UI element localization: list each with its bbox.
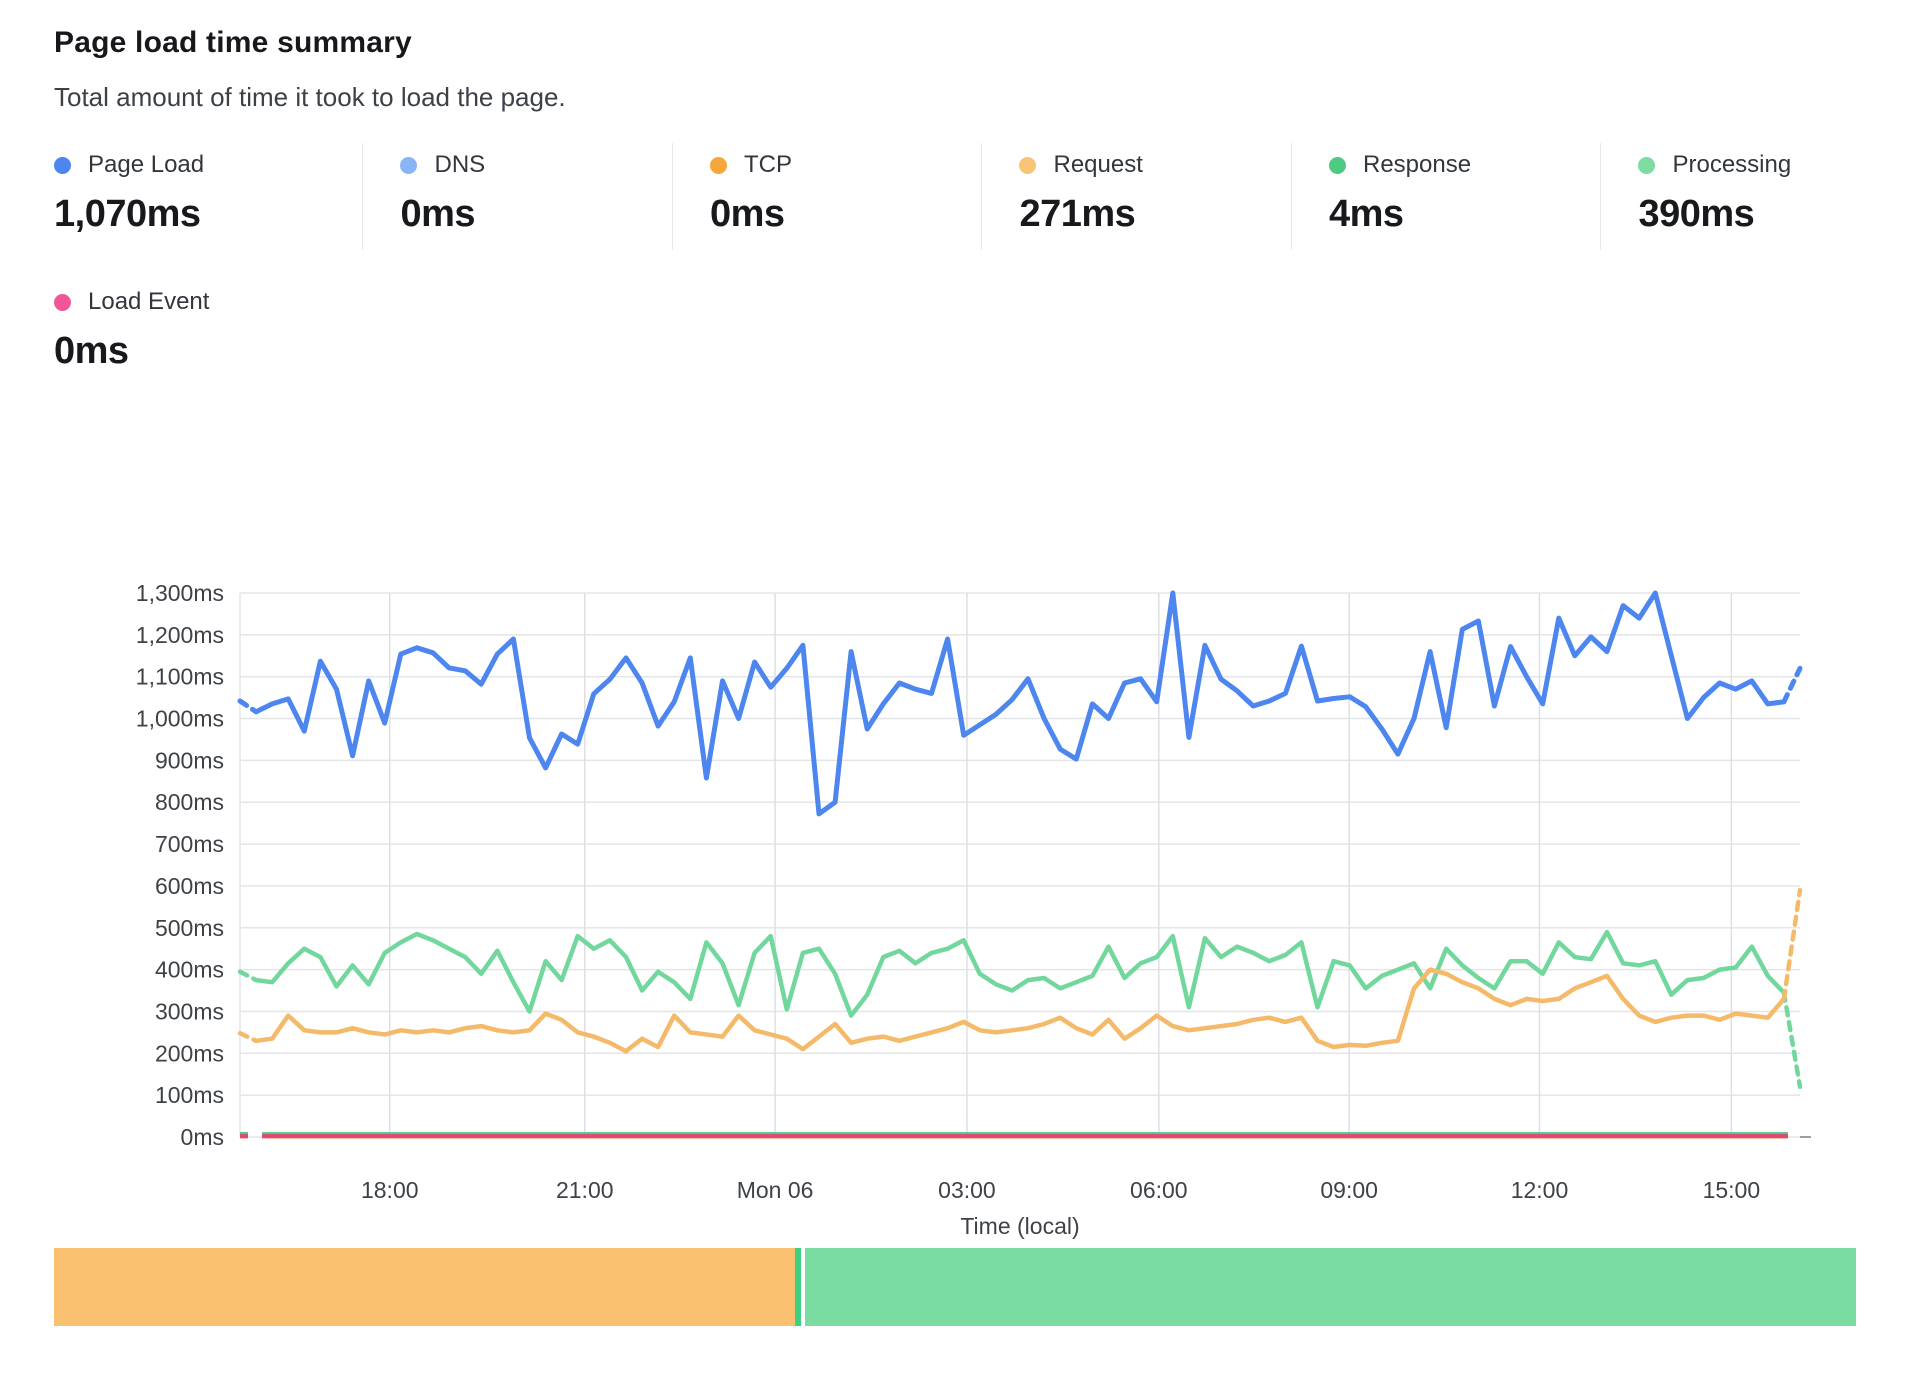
series-page-load — [1784, 668, 1800, 702]
legend-dot-icon — [1329, 157, 1346, 174]
legend-dot-icon — [1638, 157, 1655, 174]
y-tick-label: 1,300ms — [136, 580, 224, 606]
y-tick-label: 500ms — [155, 915, 224, 941]
metric-label: Page Load — [88, 151, 204, 179]
series-page-load — [256, 593, 1784, 814]
x-tick-label: 03:00 — [938, 1177, 996, 1203]
range-bar-segment-3[interactable] — [805, 1248, 1856, 1326]
page-subtitle: Total amount of time it took to load the… — [54, 82, 1910, 113]
metric-response[interactable]: Response 4ms — [1291, 143, 1601, 250]
metric-load-event[interactable]: Load Event 0ms — [54, 280, 371, 387]
series-processing — [240, 972, 256, 980]
metric-request[interactable]: Request 271ms — [981, 143, 1291, 250]
load-time-chart[interactable]: 0ms 100ms 200ms 300ms 400ms 500ms 600ms 700ms 80… — [0, 566, 1910, 1246]
metrics-row-2: Load Event 0ms — [54, 280, 1910, 387]
timeline-range-bar[interactable] — [54, 1248, 1856, 1326]
metric-value: 1,070ms — [54, 193, 362, 236]
metric-dns[interactable]: DNS 0ms — [362, 143, 672, 250]
metric-page-load[interactable]: Page Load 1,070ms — [54, 143, 362, 250]
y-tick-label: 300ms — [155, 998, 224, 1024]
x-axis-title: Time (local) — [960, 1213, 1079, 1239]
range-bar-segment-0[interactable] — [54, 1248, 795, 1326]
metric-value: 390ms — [1638, 193, 1910, 236]
x-tick-label: 21:00 — [556, 1177, 614, 1203]
metric-tcp[interactable]: TCP 0ms — [672, 143, 982, 250]
series-processing — [256, 932, 1784, 1016]
y-tick-label: 1,200ms — [136, 622, 224, 648]
x-tick-label: Mon 06 — [737, 1177, 814, 1203]
y-tick-label: 1,000ms — [136, 706, 224, 732]
y-tick-label: 200ms — [155, 1040, 224, 1066]
series-request — [256, 970, 1784, 1052]
metric-label: Load Event — [88, 288, 209, 316]
legend-dot-icon — [54, 294, 71, 311]
metric-value: 0ms — [54, 330, 371, 373]
metric-value: 4ms — [1329, 193, 1601, 236]
y-tick-label: 900ms — [155, 747, 224, 773]
metric-label: Request — [1053, 151, 1142, 179]
legend-dot-icon — [710, 157, 727, 174]
metric-value: 0ms — [400, 193, 672, 236]
y-tick-label: 400ms — [155, 957, 224, 983]
y-tick-label: 100ms — [155, 1082, 224, 1108]
metric-label: DNS — [434, 151, 485, 179]
metric-value: 0ms — [710, 193, 982, 236]
chart-area: 0ms 100ms 200ms 300ms 400ms 500ms 600ms 700ms 80… — [0, 566, 1910, 1246]
metric-label: Processing — [1672, 151, 1791, 179]
series-page-load — [240, 701, 256, 712]
metric-label: Response — [1363, 151, 1471, 179]
metric-processing[interactable]: Processing 390ms — [1600, 143, 1910, 250]
series-request — [1784, 890, 1800, 999]
metrics-row: Page Load 1,070ms DNS 0ms TCP 0ms Request 271ms… — [54, 143, 1910, 250]
x-tick-label: 06:00 — [1130, 1177, 1188, 1203]
metric-value: 271ms — [1019, 193, 1291, 236]
series-request — [240, 1033, 256, 1041]
page-title: Page load time summary — [54, 26, 1910, 60]
x-tick-label: 18:00 — [361, 1177, 419, 1203]
legend-dot-icon — [1019, 157, 1036, 174]
y-tick-label: 800ms — [155, 789, 224, 815]
x-tick-label: 15:00 — [1703, 1177, 1761, 1203]
x-tick-label: 09:00 — [1320, 1177, 1378, 1203]
legend-dot-icon — [400, 157, 417, 174]
series-processing — [1784, 993, 1800, 1087]
x-tick-label: 12:00 — [1511, 1177, 1569, 1203]
metric-label: TCP — [744, 151, 792, 179]
legend-dot-icon — [54, 157, 71, 174]
y-tick-label: 0ms — [181, 1124, 224, 1150]
page-load-summary-panel: { "header": { "title": "Page load time s… — [0, 26, 1910, 1378]
y-tick-label: 600ms — [155, 873, 224, 899]
y-tick-label: 700ms — [155, 831, 224, 857]
y-tick-label: 1,100ms — [136, 664, 224, 690]
